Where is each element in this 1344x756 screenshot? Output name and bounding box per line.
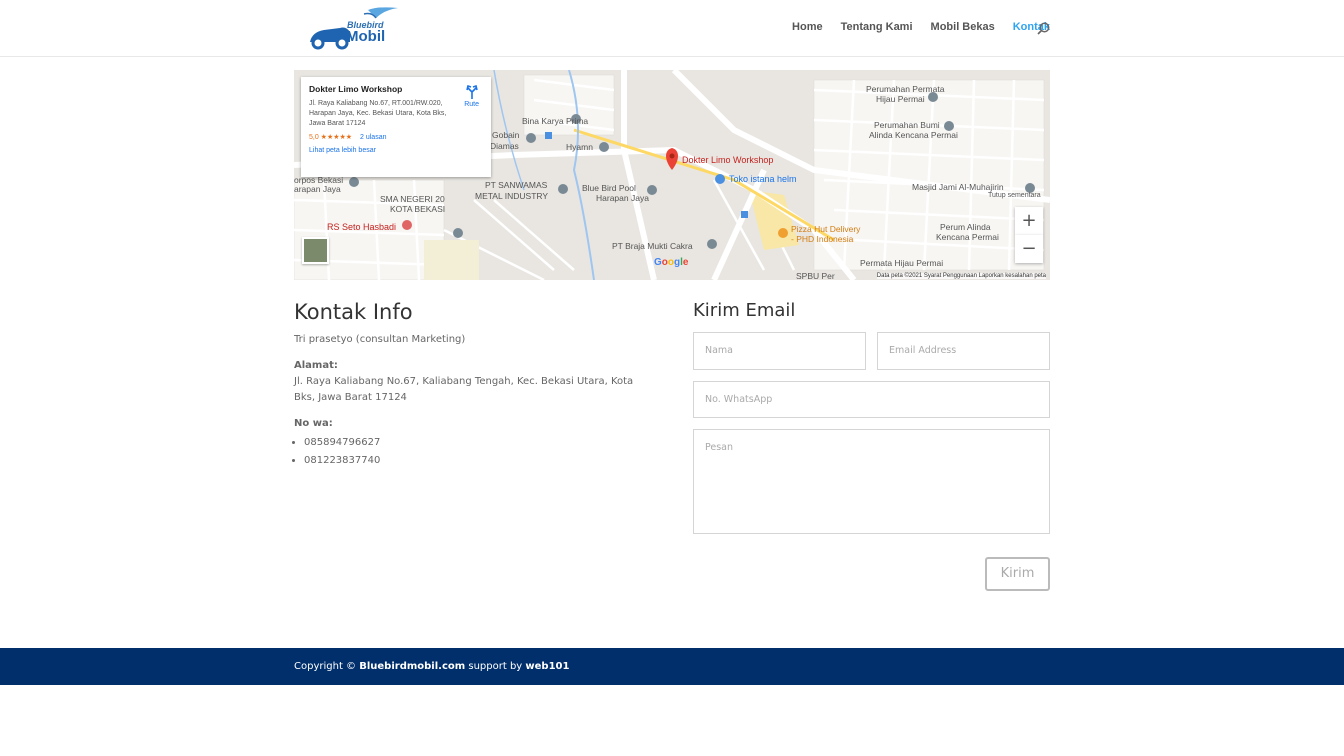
directions-icon (465, 84, 478, 99)
site-logo[interactable]: Bluebird Mobil (306, 4, 402, 52)
submit-button[interactable]: Kirim (985, 557, 1050, 591)
main-nav: Home Tentang Kami Mobil Bekas Kontak (792, 21, 1050, 33)
email-field[interactable]: Email Address (877, 332, 1050, 370)
satellite-toggle[interactable] (302, 237, 329, 264)
phone-label: No wa: (294, 418, 333, 429)
place-title: Dokter Limo Workshop (309, 84, 403, 94)
map-label-perumahan-2: Hijau Permai (876, 94, 925, 104)
phone-list: 085894796627 081223837740 (304, 434, 654, 470)
map-label-bumi-2: Alinda Kencana Permai (869, 130, 958, 140)
phone-item: 085894796627 (304, 434, 654, 452)
map-label-bumi: Perumahan Bumi (874, 120, 940, 130)
map-label-sma-2: KOTA BEKASI (390, 204, 446, 214)
larger-map-link[interactable]: Lihat peta lebih besar (309, 147, 483, 154)
email-form-section: Kirim Email (693, 300, 1050, 321)
site-link[interactable]: Bluebirdmobil.com (359, 661, 465, 672)
place-address: Jl. Raya Kaliabang No.67, RT.001/RW.020,… (309, 100, 447, 127)
zoom-in-button[interactable]: + (1015, 207, 1043, 235)
web101-link[interactable]: web101 (525, 661, 569, 672)
search-icon[interactable] (1037, 22, 1050, 35)
map-label-masjid-2: Tutup sementara (988, 192, 1041, 199)
map-label-braja: PT Braja Mukti Cakra (612, 241, 693, 251)
map-label-pizza: Pizza Hut Delivery (791, 224, 861, 234)
name-field[interactable]: Nama (693, 332, 866, 370)
place-rating: 5,0 ★★★★★ 2 ulasan (309, 133, 483, 141)
contact-heading: Kontak Info (294, 300, 413, 324)
nav-mobil-bekas[interactable]: Mobil Bekas (931, 21, 995, 33)
logo-text-mobil: Mobil (346, 28, 386, 45)
contact-info-section: Kontak Info Tri prasetyo (consultan Mark… (294, 300, 654, 470)
map-label-pin: Dokter Limo Workshop (682, 155, 774, 165)
google-map[interactable]: Dokter Limo Workshop Toko istana helm Bi… (294, 70, 1050, 280)
map-attribution[interactable]: Data peta ©2021 Syarat Penggunaan Lapork… (876, 273, 1046, 279)
directions-label: Rute (464, 101, 479, 108)
site-footer: Copyright © Bluebirdmobil.com support by… (0, 648, 1344, 685)
address-label: Alamat: (294, 360, 338, 371)
directions-button[interactable]: Rute (464, 84, 479, 108)
map-label-bina: Bina Karya Prima (522, 116, 589, 126)
map-label-sanwamas: PT SANWAMAS (485, 180, 548, 190)
rating-stars: 5,0 ★★★★★ (309, 134, 353, 141)
phone-item: 081223837740 (304, 452, 654, 470)
zoom-out-button[interactable]: − (1015, 235, 1043, 263)
copyright-text: Copyright © Bluebirdmobil.com support by… (294, 661, 569, 672)
copyright-middle: support by (465, 661, 526, 672)
map-label-bluebird: Blue Bird Pool (582, 183, 636, 193)
whatsapp-field[interactable]: No. WhatsApp (693, 381, 1050, 418)
nav-tentang-kami[interactable]: Tentang Kami (841, 21, 913, 33)
place-info-card: Dokter Limo Workshop Jl. Raya Kaliabang … (301, 77, 491, 177)
site-header: Bluebird Mobil Home Tentang Kami Mobil B… (0, 0, 1344, 57)
message-field[interactable]: Pesan (693, 429, 1050, 534)
email-heading: Kirim Email (693, 300, 796, 321)
map-label-diamas: Diamas (490, 141, 519, 151)
map-label-gobain: Gobain (492, 130, 520, 140)
nav-home[interactable]: Home (792, 21, 823, 33)
map-label-alinda-2: Kencana Permai (936, 232, 999, 242)
map-label-sanwamas-2: METAL INDUSTRY (475, 191, 549, 201)
map-label-spbu: SPBU Per (796, 271, 835, 280)
map-label-bluebird-2: Harapan Jaya (596, 193, 649, 203)
map-label-masjid: Masjid Jami Al-Muhajirin (912, 182, 1004, 192)
google-logo: Google (654, 257, 689, 268)
map-label-hyamn: Hyamn (566, 142, 593, 152)
map-label-alinda: Perum Alinda (940, 222, 991, 232)
map-label-sma: SMA NEGERI 20 (380, 194, 445, 204)
map-label-perumahan: Perumahan Permata (866, 84, 945, 94)
map-label-orpos-2: arapan Jaya (294, 184, 341, 194)
map-label-pizza-2: - PHD Indonesia (791, 234, 854, 244)
contact-person: Tri prasetyo (consultan Marketing) (294, 334, 466, 345)
map-label-rs: RS Seto Hasbadi (327, 222, 397, 232)
copyright-prefix: Copyright © (294, 661, 360, 672)
map-label-toko: Toko istana helm (729, 174, 797, 184)
address-text: Jl. Raya Kaliabang No.67, Kaliabang Teng… (294, 376, 634, 403)
review-count-link[interactable]: 2 ulasan (360, 134, 386, 141)
map-label-permata: Permata Hijau Permai (860, 258, 944, 268)
